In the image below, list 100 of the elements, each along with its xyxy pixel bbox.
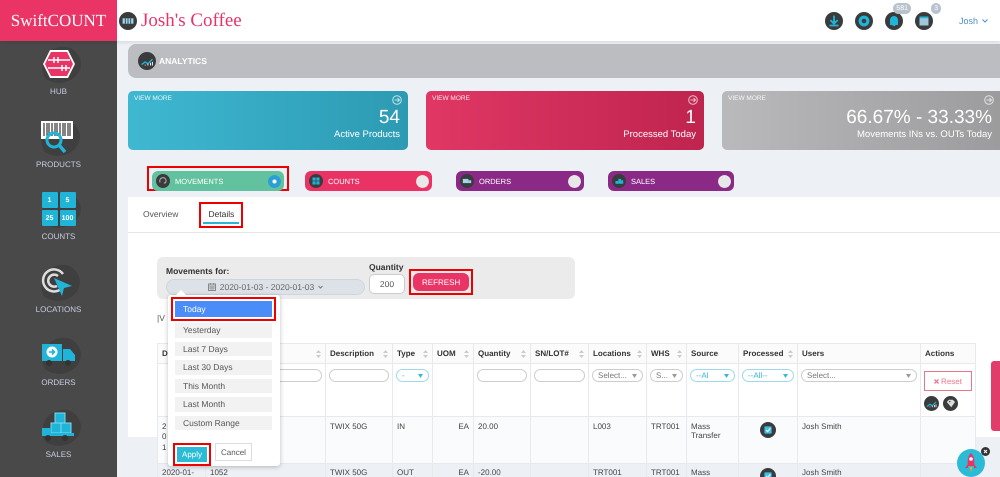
field-label: Quantity bbox=[369, 262, 404, 272]
rocket-button[interactable] bbox=[957, 449, 985, 477]
sort-icon[interactable] bbox=[383, 350, 388, 358]
table-cell-text: 201 bbox=[162, 422, 168, 454]
sort-icon[interactable] bbox=[316, 350, 321, 358]
hexagon-icon bbox=[42, 49, 76, 79]
column-header: Type bbox=[397, 349, 416, 358]
close-icon[interactable] bbox=[981, 447, 990, 456]
column-header: Users bbox=[802, 349, 824, 358]
boxes-icon bbox=[612, 174, 626, 188]
refresh-button[interactable]: REFRESH bbox=[413, 273, 470, 291]
sort-icon[interactable] bbox=[521, 350, 526, 358]
table-cell: Mass Transfer bbox=[691, 422, 720, 440]
table-cell: EA bbox=[458, 468, 469, 477]
table-cell: Josh Smith bbox=[802, 468, 842, 477]
table-cell: 1052 bbox=[210, 468, 228, 477]
app-logo: SwiftCOUNT bbox=[0, 0, 117, 41]
column-header: Processed bbox=[743, 349, 784, 358]
arrow-circle-icon[interactable] bbox=[392, 95, 402, 105]
caret-icon bbox=[672, 374, 677, 378]
toggle-switch[interactable] bbox=[568, 174, 581, 188]
toggle-switch[interactable] bbox=[416, 174, 429, 188]
caret-icon bbox=[632, 374, 637, 378]
table-cell: OUT bbox=[397, 468, 414, 477]
table-cell: TRT001 bbox=[593, 468, 622, 477]
table-cell: TRT001 bbox=[651, 468, 680, 477]
menu-item[interactable]: Last 30 Days bbox=[175, 360, 272, 374]
filter-select[interactable]: Select... bbox=[592, 369, 643, 382]
menu-item[interactable]: Today bbox=[175, 301, 272, 317]
table-cell: -20.00 bbox=[478, 468, 501, 477]
settings-icon[interactable] bbox=[854, 12, 873, 30]
reset-button[interactable]: Reset bbox=[924, 371, 972, 391]
sort-icon[interactable] bbox=[423, 350, 428, 358]
arrow-circle-icon[interactable] bbox=[984, 95, 994, 105]
close-icon bbox=[934, 378, 940, 384]
store-icon bbox=[119, 12, 137, 30]
column-header: SN/LOT# bbox=[535, 349, 569, 358]
stat-value: 66.67% - 33.33% bbox=[846, 108, 992, 128]
sort-icon[interactable] bbox=[788, 350, 793, 358]
caret-icon bbox=[418, 374, 423, 378]
column-header: Locations bbox=[593, 349, 631, 358]
sort-icon[interactable] bbox=[677, 350, 682, 358]
table-cell: TRT001 bbox=[651, 422, 680, 431]
cycle-icon bbox=[156, 174, 170, 188]
stat-label: Active Products bbox=[334, 129, 400, 140]
truck-boxes-icon bbox=[40, 412, 76, 442]
table-cell: TWIX 50G bbox=[330, 422, 368, 431]
arrow-circle-icon[interactable] bbox=[688, 95, 698, 105]
column-header: Description bbox=[330, 349, 374, 358]
user-menu[interactable]: Josh bbox=[958, 16, 988, 26]
menu-item[interactable]: Last 7 Days bbox=[175, 342, 272, 356]
tab[interactable]: Overview bbox=[138, 206, 184, 224]
filter-field[interactable] bbox=[329, 369, 389, 382]
filter-select[interactable]: Select... bbox=[801, 369, 917, 382]
stat-label: Processed Today bbox=[623, 129, 696, 140]
filter-field[interactable] bbox=[534, 369, 585, 382]
table-cell: Josh Smith bbox=[802, 422, 842, 431]
table-cell: 2020-01- bbox=[162, 468, 194, 477]
column-header: Actions bbox=[925, 349, 954, 358]
quantity-field[interactable]: 200 bbox=[369, 274, 405, 294]
grid-icon bbox=[309, 174, 323, 188]
filter-field[interactable] bbox=[477, 369, 527, 382]
table-cell: Mass bbox=[691, 468, 710, 477]
column-header: Quantity bbox=[478, 349, 510, 358]
table-cell: IN bbox=[397, 422, 405, 431]
calendar-icon bbox=[208, 283, 216, 291]
date-range-field[interactable]: 2020-01-03 - 2020-01-03 bbox=[166, 279, 365, 295]
table-cell: TWIX 50G bbox=[330, 468, 368, 477]
text-fragment: |V bbox=[157, 313, 165, 323]
chevron-icon bbox=[318, 285, 324, 289]
tab[interactable]: Details bbox=[203, 206, 240, 224]
menu-item[interactable]: Custom Range bbox=[175, 416, 272, 430]
checkbox-icon[interactable] bbox=[760, 422, 776, 438]
toggle-switch[interactable] bbox=[268, 174, 281, 188]
company-name: Josh's Coffee bbox=[141, 10, 242, 32]
chart-icon bbox=[924, 396, 939, 411]
toggle-switch[interactable] bbox=[718, 174, 731, 188]
menu-item[interactable]: Yesterday bbox=[175, 323, 272, 338]
stat-value: 54 bbox=[378, 108, 400, 128]
table-cell: 20.00 bbox=[478, 422, 498, 431]
section-title: ANALYTICS bbox=[159, 56, 207, 66]
caret-icon bbox=[783, 374, 788, 378]
stat-value: 1 bbox=[685, 108, 696, 128]
table-cell: EA bbox=[458, 422, 469, 431]
cancel-button[interactable]: Cancel bbox=[215, 443, 252, 461]
calendar-icon[interactable] bbox=[914, 12, 933, 30]
menu-item[interactable]: This Month bbox=[175, 378, 272, 393]
bell-icon[interactable] bbox=[884, 12, 903, 30]
caret-icon bbox=[724, 374, 729, 378]
download-icon[interactable] bbox=[824, 12, 843, 30]
filter-select[interactable]: S... bbox=[650, 369, 683, 382]
sort-icon[interactable] bbox=[579, 350, 584, 358]
chart-icon bbox=[138, 52, 156, 70]
caret-icon bbox=[906, 374, 911, 378]
column-header: UOM bbox=[437, 349, 456, 358]
sort-icon[interactable] bbox=[637, 350, 642, 358]
menu-item[interactable]: Last Month bbox=[175, 397, 272, 412]
field-label: Movements for: bbox=[166, 266, 230, 276]
column-header: Source bbox=[691, 349, 718, 358]
sort-icon[interactable] bbox=[464, 350, 469, 358]
